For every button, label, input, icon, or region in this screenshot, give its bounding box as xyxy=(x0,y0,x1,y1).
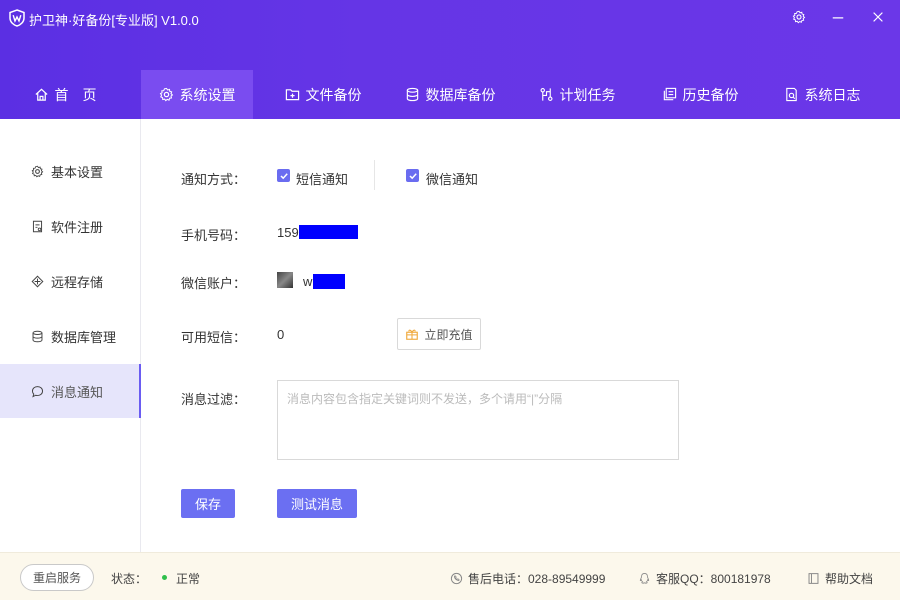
book-icon xyxy=(808,573,819,584)
check-icon xyxy=(279,172,288,179)
schedule-icon xyxy=(540,88,552,101)
database-icon xyxy=(406,87,418,102)
minimize-button[interactable] xyxy=(825,6,851,28)
close-icon xyxy=(873,12,883,22)
message-filter-input[interactable] xyxy=(277,380,679,460)
tab-file-backup[interactable]: 文件备份 xyxy=(268,70,378,119)
tab-home[interactable]: 首 页 xyxy=(0,70,130,119)
wechat-notify-label[interactable]: 微信通知 xyxy=(426,169,478,188)
sidebar-item-label: 数据库管理 xyxy=(51,329,117,345)
database-icon xyxy=(32,330,43,342)
sidebar-item-database-management[interactable]: 数据库管理 xyxy=(0,309,140,363)
test-message-button[interactable]: 测试消息 xyxy=(277,489,357,518)
save-button[interactable]: 保存 xyxy=(181,489,235,518)
main-nav: 首 页 系统设置 文件备份 数据库备份 计划任务 历史备份 系统日志 xyxy=(0,70,900,119)
redaction-block xyxy=(313,274,345,289)
minimize-icon xyxy=(832,17,844,19)
tab-label: 文件备份 xyxy=(305,86,362,103)
avatar xyxy=(277,272,293,288)
tab-system-settings[interactable]: 系统设置 xyxy=(141,70,253,119)
notify-method-label: 通知方式： xyxy=(181,172,247,187)
status-value: 正常 xyxy=(176,572,201,586)
wechat-notify-checkbox[interactable] xyxy=(406,169,419,182)
help-docs-text: 帮助文档 xyxy=(825,572,874,586)
log-icon xyxy=(785,87,797,102)
phone-value: 159 xyxy=(277,225,299,240)
recharge-button[interactable]: 立即充值 xyxy=(397,318,481,350)
sidebar-item-label: 消息通知 xyxy=(51,384,104,400)
sidebar-item-remote-storage[interactable]: 远程存储 xyxy=(0,254,140,308)
redaction-block xyxy=(299,225,358,239)
gift-icon xyxy=(406,329,419,340)
wechat-account-label: 微信账户： xyxy=(181,276,247,291)
settings-window-button[interactable] xyxy=(786,6,812,28)
sms-notify-label[interactable]: 短信通知 xyxy=(296,169,348,188)
check-icon xyxy=(408,172,417,179)
sms-notify-checkbox[interactable] xyxy=(277,169,290,182)
tab-database-backup[interactable]: 数据库备份 xyxy=(390,70,510,119)
recharge-button-label: 立即充值 xyxy=(424,327,473,342)
support-qq[interactable]: 客服QQ：800181978 xyxy=(638,570,771,587)
app-title: 护卫神·好备份[专业版] V1.0.0 xyxy=(29,13,199,28)
support-phone: 售后电话：028-89549999 xyxy=(450,570,605,587)
message-filter-label: 消息过滤： xyxy=(181,392,247,407)
restart-service-button[interactable]: 重启服务 xyxy=(20,564,94,591)
history-icon xyxy=(663,87,676,101)
tab-label: 系统日志 xyxy=(804,86,861,103)
chat-icon xyxy=(31,385,44,397)
qq-icon xyxy=(639,573,650,584)
sidebar-item-software-registration[interactable]: 软件注册 xyxy=(0,199,140,253)
support-phone-text: 售后电话：028-89549999 xyxy=(468,572,606,586)
sidebar: 基本设置 软件注册 远程存储 数据库管理 消息通知 xyxy=(0,119,141,552)
phone-icon xyxy=(450,572,463,585)
shield-logo-icon xyxy=(9,9,25,27)
tab-backup-history[interactable]: 历史备份 xyxy=(645,70,755,119)
notification-settings-panel: 通知方式： 短信通知 微信通知 手机号码： 159 微信账户： w 可用短信： … xyxy=(141,119,900,552)
sms-balance-value: 0 xyxy=(277,327,285,342)
folder-plus-icon xyxy=(285,89,299,101)
title-bar: 护卫神·好备份[专业版] V1.0.0 xyxy=(0,0,900,36)
home-icon xyxy=(34,88,48,101)
status-indicator xyxy=(162,575,167,580)
tab-scheduled-tasks[interactable]: 计划任务 xyxy=(523,70,631,119)
divider xyxy=(374,160,375,190)
sidebar-item-message-notification[interactable]: 消息通知 xyxy=(0,364,141,418)
header: 护卫神·好备份[专业版] V1.0.0 首 页 系统设置 文件备份 数据库备份 … xyxy=(0,0,900,119)
wechat-account-value: w xyxy=(303,274,313,289)
close-button[interactable] xyxy=(865,6,891,28)
sms-balance-label: 可用短信： xyxy=(181,330,247,345)
gear-icon xyxy=(792,10,806,24)
status-label: 状态： xyxy=(111,572,148,586)
sidebar-item-label: 远程存储 xyxy=(51,274,104,290)
sidebar-item-label: 软件注册 xyxy=(51,219,104,235)
tab-label: 计划任务 xyxy=(559,86,616,103)
tab-system-log[interactable]: 系统日志 xyxy=(767,70,877,119)
tab-label: 首 页 xyxy=(54,86,97,103)
remote-storage-icon xyxy=(31,275,44,287)
gear-icon xyxy=(31,165,44,177)
register-icon xyxy=(32,220,43,232)
phone-label: 手机号码： xyxy=(181,228,247,243)
tab-label: 系统设置 xyxy=(179,86,236,103)
sidebar-item-label: 基本设置 xyxy=(51,164,104,180)
status-bar: 重启服务 状态： 正常 售后电话：028-89549999 客服QQ：80018… xyxy=(0,552,900,600)
tab-label: 数据库备份 xyxy=(425,86,496,103)
tab-label: 历史备份 xyxy=(682,86,739,103)
support-qq-text: 客服QQ：800181978 xyxy=(656,572,771,586)
sidebar-item-basic-settings[interactable]: 基本设置 xyxy=(0,144,140,198)
gear-icon xyxy=(159,87,173,102)
help-docs-link[interactable]: 帮助文档 xyxy=(807,570,873,587)
